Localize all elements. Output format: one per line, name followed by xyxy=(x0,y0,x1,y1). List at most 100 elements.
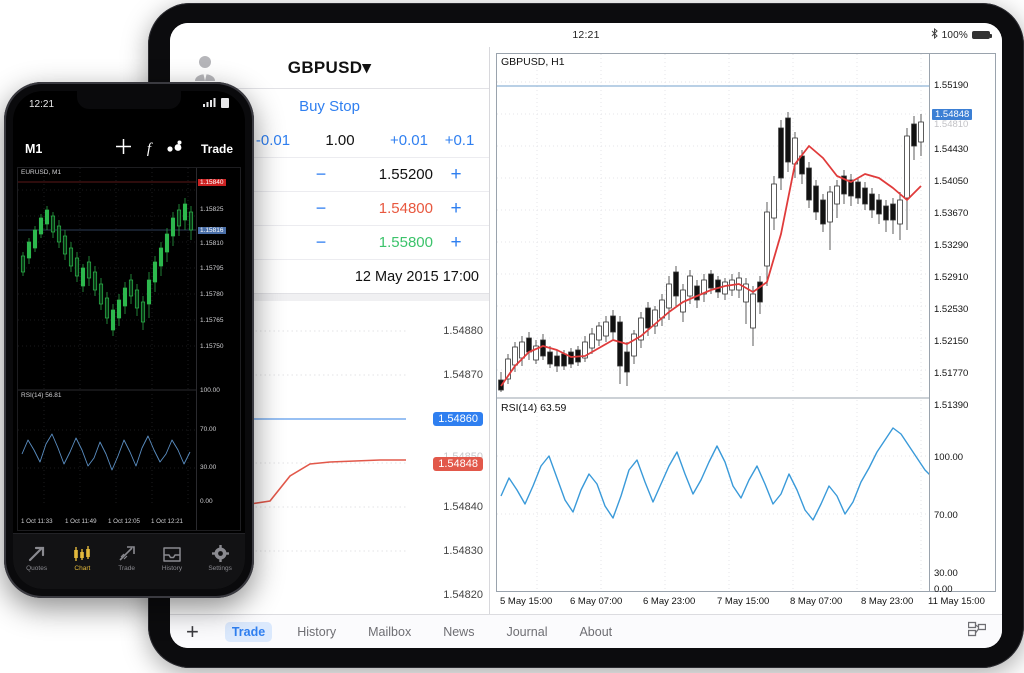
phone-tick-5: 1.15780 xyxy=(200,291,224,298)
mini-tick-6: 1.54830 xyxy=(443,545,483,557)
chart-price-axis: 1.55190 1.54848 1.54810 1.54430 1.54050 … xyxy=(929,54,995,595)
sidebar-item-trade[interactable]: Trade xyxy=(118,544,136,572)
tab-history[interactable]: History xyxy=(290,622,343,642)
chart-title: GBPUSD, H1 xyxy=(501,56,565,68)
phone-tab-bar: Quotes Chart Trade History Settings xyxy=(13,533,245,589)
sidebar-item-quotes[interactable]: Quotes xyxy=(26,544,47,572)
tab-trade[interactable]: Trade xyxy=(224,621,273,642)
phone-price-axis: 1.15840 1.15825 1.15816 1.15810 1.15795 … xyxy=(196,168,240,530)
bluetooth-icon xyxy=(931,27,938,42)
phone-status-right xyxy=(203,97,229,111)
phone-chart[interactable]: EURUSD, M1 RSI(14) 56.81 1.15840 1.15825… xyxy=(17,167,241,531)
mini-tick-0: 1.54880 xyxy=(443,325,483,337)
sidebar-item-history[interactable]: History xyxy=(162,544,182,572)
take-profit-value[interactable]: 1.55800 xyxy=(341,234,433,251)
stop-loss-minus-button[interactable]: − xyxy=(301,198,341,219)
sidebar-item-chart[interactable]: Chart xyxy=(73,544,91,572)
tab-news[interactable]: News xyxy=(436,622,481,642)
trade-button[interactable]: Trade xyxy=(201,142,233,156)
phone-tick-6: 1.15765 xyxy=(200,317,224,324)
crosshair-icon[interactable] xyxy=(115,139,131,159)
tablet-status-right: 100% xyxy=(931,23,992,47)
tab-label-settings: Settings xyxy=(208,564,232,572)
time-tick-2: 6 May 23:00 xyxy=(643,596,696,607)
battery-icon xyxy=(221,97,229,111)
bottom-toolbar: + Trade History Mailbox News Journal Abo… xyxy=(170,614,1002,648)
objects-icon[interactable] xyxy=(167,140,183,158)
phone-rsi-tick-1: 70.00 xyxy=(200,426,217,433)
tab-about[interactable]: About xyxy=(572,622,619,642)
candlestick-icon xyxy=(73,544,91,562)
price-axis-tick-0: 1.55190 xyxy=(934,80,969,91)
phone-tick-1: 1.15825 xyxy=(200,206,224,213)
phone-tick-4: 1.15795 xyxy=(200,265,224,272)
tab-label-quotes: Quotes xyxy=(26,564,48,572)
trade-arrow-icon xyxy=(118,544,136,562)
phone-time-tick-0: 1 Oct 11:33 xyxy=(21,518,53,525)
tab-mailbox[interactable]: Mailbox xyxy=(361,622,418,642)
sidebar-item-settings[interactable]: Settings xyxy=(208,544,232,572)
screenshot-stage: 12:21 100% GBPUSD▾ Buy Stop -0.01 1.00 +… xyxy=(0,0,1024,673)
phone-screen: 12:21 M1 f Trade EURUSD, M1 RSI(14) 56.8… xyxy=(13,91,245,589)
tab-label-chart: Chart xyxy=(74,564,91,572)
timeframe-button[interactable]: M1 xyxy=(25,142,42,156)
mini-tick-2-badge: 1.54860 xyxy=(433,412,483,426)
time-tick-3: 7 May 15:00 xyxy=(717,596,770,607)
price-axis-tick-2: 1.54810 xyxy=(934,119,969,130)
mini-chart-price-axis: 1.54880 1.54870 1.54860 1.54850 1.54848 … xyxy=(399,301,483,614)
gear-icon xyxy=(211,544,229,562)
phone-time-tick-3: 1 Oct 12:21 xyxy=(151,518,183,525)
symbol-label: GBPUSD xyxy=(287,57,363,77)
phone-rsi-tick-3: 0.00 xyxy=(200,498,213,505)
volume-plus-big-button[interactable]: +0.1 xyxy=(440,132,479,149)
phone-time-tick-1: 1 Oct 11:49 xyxy=(65,518,97,525)
take-profit-minus-button[interactable]: − xyxy=(301,232,341,253)
price-axis-tick-4: 1.54050 xyxy=(934,176,969,187)
price-axis-tick-5: 1.53670 xyxy=(934,208,969,219)
phone-tick-2: 1.15816 xyxy=(198,227,226,234)
phone-rsi-tick-0: 100.00 xyxy=(200,387,220,394)
tablet-device: 12:21 100% GBPUSD▾ Buy Stop -0.01 1.00 +… xyxy=(148,3,1024,668)
phone-tick-0: 1.15840 xyxy=(198,179,226,186)
stop-loss-plus-button[interactable]: + xyxy=(433,198,479,220)
price-axis-tick-10: 1.51770 xyxy=(934,368,969,379)
layout-grid-icon[interactable] xyxy=(967,621,987,642)
price-axis-tick-3: 1.54430 xyxy=(934,144,969,155)
price-axis-tick-6: 1.53290 xyxy=(934,240,969,251)
tablet-status-time: 12:21 xyxy=(572,29,600,41)
inbox-icon xyxy=(163,544,181,562)
tablet-screen: 12:21 100% GBPUSD▾ Buy Stop -0.01 1.00 +… xyxy=(170,23,1002,648)
phone-time-tick-2: 1 Oct 12:05 xyxy=(108,518,140,525)
volume-value[interactable]: 1.00 xyxy=(302,132,378,149)
rsi-axis-tick-0: 100.00 xyxy=(934,452,964,463)
take-profit-plus-button[interactable]: + xyxy=(433,232,479,254)
rsi-axis-tick-1: 70.00 xyxy=(934,510,958,521)
main-chart-panel[interactable]: GBPUSD, H1 RSI(14) 63.59 1.55190 1.54848… xyxy=(490,47,1002,614)
price-plus-button[interactable]: + xyxy=(433,164,479,186)
time-tick-6: 11 May 15:00 xyxy=(928,596,985,607)
expiration-value: 12 May 2015 17:00 xyxy=(354,268,479,285)
plus-icon[interactable]: + xyxy=(186,620,199,643)
phone-chart-title: EURUSD, M1 xyxy=(21,169,62,176)
chart-canvas xyxy=(497,54,941,592)
mini-tick-5: 1.54840 xyxy=(443,501,483,513)
phone-rsi-title: RSI(14) 56.81 xyxy=(21,392,62,399)
rsi-axis-tick-3: 0.00 xyxy=(934,584,953,595)
order-type-label: Buy Stop xyxy=(299,97,360,115)
phone-time-axis: 1 Oct 11:33 1 Oct 11:49 1 Oct 12:05 1 Oc… xyxy=(18,517,196,529)
tab-journal[interactable]: Journal xyxy=(499,622,554,642)
mini-tick-1: 1.54870 xyxy=(443,369,483,381)
phone-rsi-tick-2: 30.00 xyxy=(200,464,217,471)
avatar-icon[interactable] xyxy=(192,54,218,82)
stop-loss-value[interactable]: 1.54800 xyxy=(341,200,433,217)
price-axis-tick-8: 1.52530 xyxy=(934,304,969,315)
function-f-icon[interactable]: f xyxy=(147,141,151,158)
volume-plus-small-button[interactable]: +0.01 xyxy=(378,132,440,149)
price-axis-tick-11: 1.51390 xyxy=(934,400,969,411)
page-title[interactable]: GBPUSD▾ xyxy=(288,58,371,78)
time-tick-0: 5 May 15:00 xyxy=(500,596,553,607)
price-minus-button[interactable]: − xyxy=(301,164,341,185)
price-value[interactable]: 1.55200 xyxy=(341,166,433,183)
chevron-down-icon: ▾ xyxy=(362,57,372,77)
phone-notch xyxy=(77,91,181,109)
